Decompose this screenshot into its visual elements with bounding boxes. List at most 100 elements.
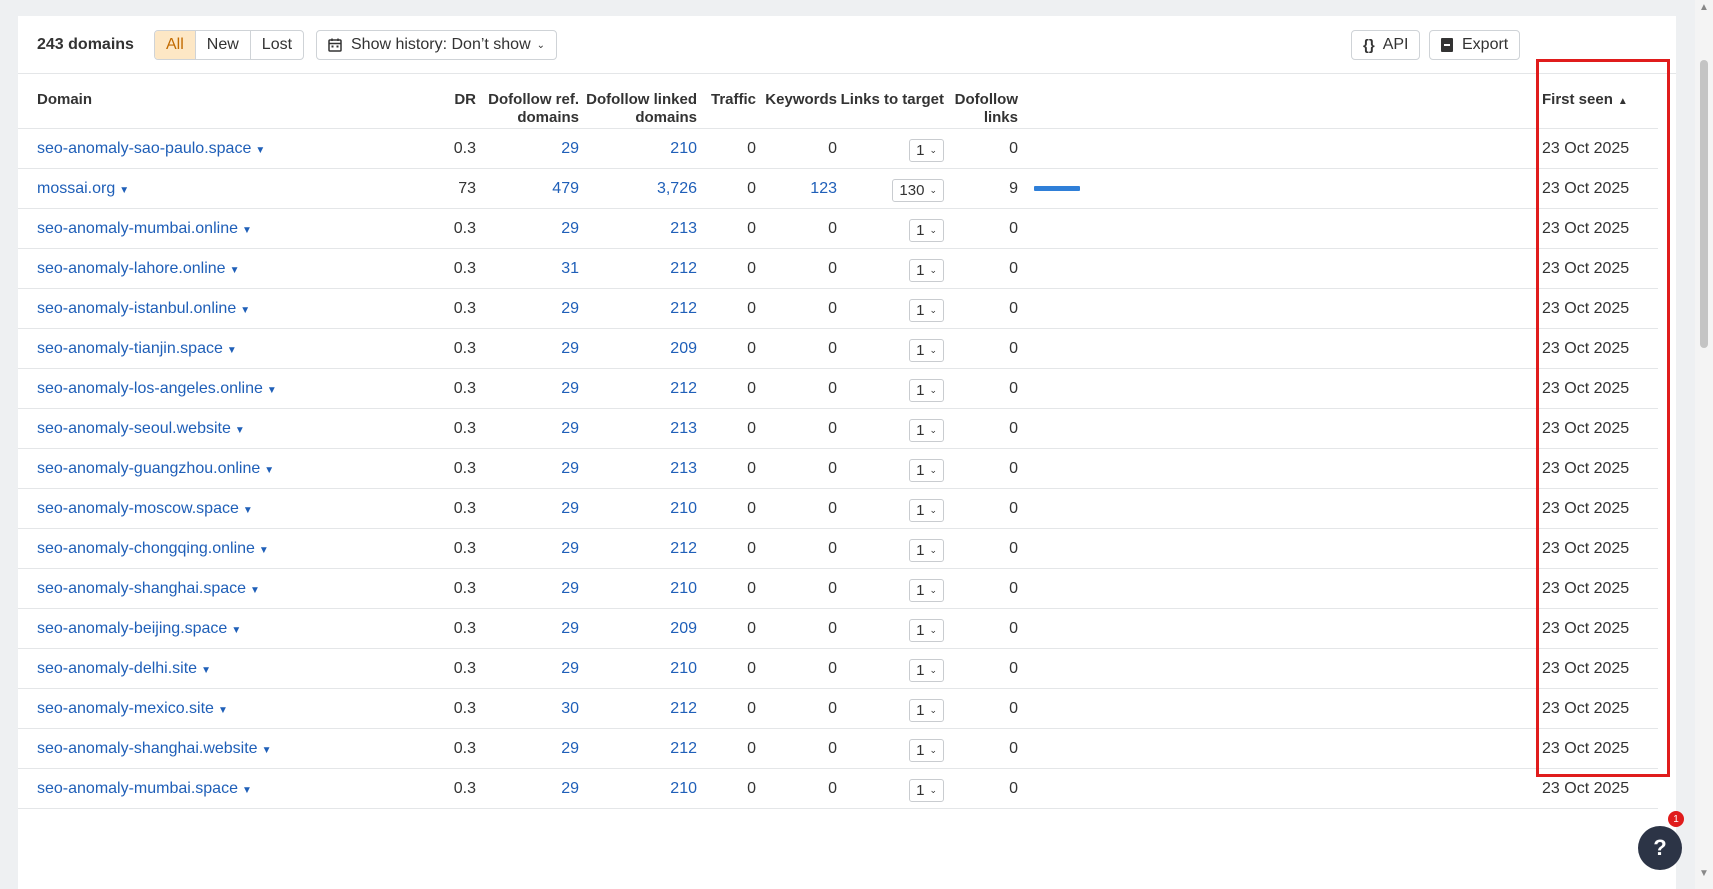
- domain-menu-caret-icon[interactable]: ▼: [201, 665, 211, 676]
- domain-menu-caret-icon[interactable]: ▼: [227, 345, 237, 356]
- linked-domains-link[interactable]: 209: [670, 620, 697, 637]
- ref-domains-link[interactable]: 29: [561, 500, 579, 517]
- col-header-links-to-target[interactable]: Links to target: [837, 73, 944, 129]
- links-to-target-dropdown[interactable]: 1 ⌄: [909, 778, 944, 802]
- domain-menu-caret-icon[interactable]: ▼: [267, 385, 277, 396]
- links-to-target-dropdown[interactable]: 1 ⌄: [909, 738, 944, 762]
- ref-domains-link[interactable]: 29: [561, 580, 579, 597]
- links-to-target-dropdown[interactable]: 1 ⌄: [909, 658, 944, 682]
- linked-domains-link[interactable]: 213: [670, 460, 697, 477]
- domain-link[interactable]: seo-anomaly-beijing.space: [37, 620, 227, 637]
- links-to-target-dropdown[interactable]: 130 ⌄: [892, 178, 944, 202]
- domain-menu-caret-icon[interactable]: ▼: [218, 705, 228, 716]
- scrollbar-thumb[interactable]: [1700, 60, 1708, 348]
- domain-link[interactable]: seo-anomaly-mexico.site: [37, 700, 214, 717]
- links-to-target-dropdown[interactable]: 1 ⌄: [909, 618, 944, 642]
- ref-domains-link[interactable]: 479: [552, 180, 579, 197]
- domain-menu-caret-icon[interactable]: ▼: [255, 145, 265, 156]
- linked-domains-link[interactable]: 213: [670, 220, 697, 237]
- linked-domains-link[interactable]: 3,726: [657, 180, 697, 197]
- scroll-down-arrow-icon[interactable]: ▼: [1699, 868, 1709, 879]
- domain-menu-caret-icon[interactable]: ▼: [230, 265, 240, 276]
- ref-domains-link[interactable]: 29: [561, 420, 579, 437]
- domain-link[interactable]: seo-anomaly-moscow.space: [37, 500, 239, 517]
- ref-domains-link[interactable]: 29: [561, 220, 579, 237]
- domain-link[interactable]: seo-anomaly-guangzhou.online: [37, 460, 260, 477]
- domain-link[interactable]: seo-anomaly-mumbai.space: [37, 780, 238, 797]
- linked-domains-link[interactable]: 212: [670, 700, 697, 717]
- domain-menu-caret-icon[interactable]: ▼: [242, 225, 252, 236]
- domain-link[interactable]: seo-anomaly-tianjin.space: [37, 340, 223, 357]
- ref-domains-link[interactable]: 31: [561, 260, 579, 277]
- domain-link[interactable]: seo-anomaly-istanbul.online: [37, 300, 236, 317]
- domain-link[interactable]: mossai.org: [37, 180, 115, 197]
- ref-domains-link[interactable]: 29: [561, 460, 579, 477]
- ref-domains-link[interactable]: 29: [561, 380, 579, 397]
- col-header-keywords[interactable]: Keywords: [756, 73, 837, 129]
- domain-menu-caret-icon[interactable]: ▼: [264, 465, 274, 476]
- links-to-target-dropdown[interactable]: 1 ⌄: [909, 578, 944, 602]
- domain-menu-caret-icon[interactable]: ▼: [259, 545, 269, 556]
- scroll-up-arrow-icon[interactable]: ▲: [1699, 2, 1709, 13]
- col-header-dofollow-ref-domains[interactable]: Dofollow ref. domains: [476, 73, 579, 129]
- domain-menu-caret-icon[interactable]: ▼: [235, 425, 245, 436]
- ref-domains-link[interactable]: 29: [561, 660, 579, 677]
- domain-link[interactable]: seo-anomaly-chongqing.online: [37, 540, 255, 557]
- filter-new-button[interactable]: New: [196, 31, 251, 59]
- linked-domains-link[interactable]: 212: [670, 740, 697, 757]
- linked-domains-link[interactable]: 212: [670, 540, 697, 557]
- domain-menu-caret-icon[interactable]: ▼: [240, 305, 250, 316]
- domain-menu-caret-icon[interactable]: ▼: [243, 505, 253, 516]
- linked-domains-link[interactable]: 210: [670, 580, 697, 597]
- help-button[interactable]: ?: [1638, 826, 1682, 870]
- ref-domains-link[interactable]: 29: [561, 740, 579, 757]
- ref-domains-link[interactable]: 29: [561, 540, 579, 557]
- links-to-target-dropdown[interactable]: 1 ⌄: [909, 298, 944, 322]
- col-header-dofollow-links[interactable]: Dofollow links: [944, 73, 1018, 129]
- domain-link[interactable]: seo-anomaly-shanghai.website: [37, 740, 258, 757]
- domain-link[interactable]: seo-anomaly-los-angeles.online: [37, 380, 263, 397]
- links-to-target-dropdown[interactable]: 1 ⌄: [909, 218, 944, 242]
- linked-domains-link[interactable]: 210: [670, 500, 697, 517]
- domain-link[interactable]: seo-anomaly-lahore.online: [37, 260, 226, 277]
- ref-domains-link[interactable]: 29: [561, 300, 579, 317]
- links-to-target-dropdown[interactable]: 1 ⌄: [909, 338, 944, 362]
- ref-domains-link[interactable]: 29: [561, 140, 579, 157]
- domain-link[interactable]: seo-anomaly-shanghai.space: [37, 580, 246, 597]
- col-header-traffic[interactable]: Traffic: [697, 73, 756, 129]
- links-to-target-dropdown[interactable]: 1 ⌄: [909, 418, 944, 442]
- linked-domains-link[interactable]: 212: [670, 300, 697, 317]
- linked-domains-link[interactable]: 210: [670, 660, 697, 677]
- domain-menu-caret-icon[interactable]: ▼: [231, 625, 241, 636]
- linked-domains-link[interactable]: 212: [670, 260, 697, 277]
- links-to-target-dropdown[interactable]: 1 ⌄: [909, 138, 944, 162]
- ref-domains-link[interactable]: 29: [561, 620, 579, 637]
- links-to-target-dropdown[interactable]: 1 ⌄: [909, 258, 944, 282]
- domain-menu-caret-icon[interactable]: ▼: [250, 585, 260, 596]
- ref-domains-link[interactable]: 30: [561, 700, 579, 717]
- linked-domains-link[interactable]: 209: [670, 340, 697, 357]
- filter-lost-button[interactable]: Lost: [251, 31, 303, 59]
- show-history-dropdown[interactable]: Show history: Don’t show ⌄: [316, 30, 558, 60]
- vertical-scrollbar[interactable]: ▲ ▼: [1695, 0, 1713, 889]
- keywords-link[interactable]: 123: [810, 180, 837, 197]
- domain-link[interactable]: seo-anomaly-seoul.website: [37, 420, 231, 437]
- col-header-dofollow-linked-domains[interactable]: Dofollow linked domains: [579, 73, 697, 129]
- domain-menu-caret-icon[interactable]: ▼: [242, 785, 252, 796]
- links-to-target-dropdown[interactable]: 1 ⌄: [909, 378, 944, 402]
- links-to-target-dropdown[interactable]: 1 ⌄: [909, 538, 944, 562]
- domain-link[interactable]: seo-anomaly-sao-paulo.space: [37, 140, 251, 157]
- domain-link[interactable]: seo-anomaly-mumbai.online: [37, 220, 238, 237]
- domain-link[interactable]: seo-anomaly-delhi.site: [37, 660, 197, 677]
- linked-domains-link[interactable]: 213: [670, 420, 697, 437]
- links-to-target-dropdown[interactable]: 1 ⌄: [909, 458, 944, 482]
- ref-domains-link[interactable]: 29: [561, 340, 579, 357]
- domain-menu-caret-icon[interactable]: ▼: [119, 185, 129, 196]
- col-header-first-seen[interactable]: First seen ▲: [1518, 73, 1658, 129]
- col-header-dr[interactable]: DR: [416, 73, 476, 129]
- linked-domains-link[interactable]: 210: [670, 140, 697, 157]
- export-button[interactable]: Export: [1429, 30, 1521, 60]
- linked-domains-link[interactable]: 212: [670, 380, 697, 397]
- links-to-target-dropdown[interactable]: 1 ⌄: [909, 698, 944, 722]
- filter-all-button[interactable]: All: [155, 31, 196, 59]
